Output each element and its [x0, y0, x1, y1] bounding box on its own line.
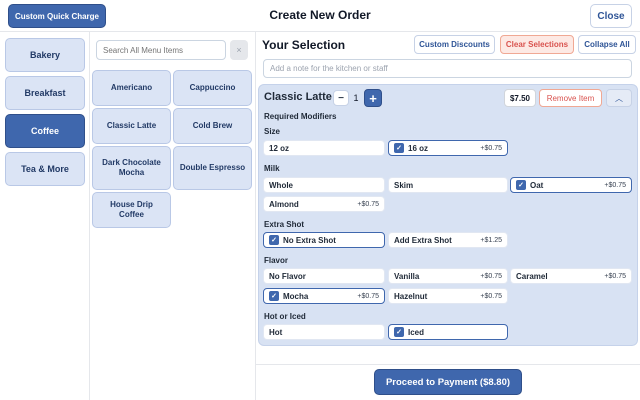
option-price: +$0.75: [604, 272, 626, 280]
option-name: 12 oz: [269, 143, 290, 153]
search-input[interactable]: [96, 40, 226, 60]
menu-item-classic-latte[interactable]: Classic Latte: [92, 108, 171, 144]
option-name: Vanilla: [394, 271, 420, 281]
page-title: Create New Order: [269, 8, 371, 22]
extra-shot-label: Extra Shot: [264, 220, 305, 229]
option-price: +$0.75: [480, 272, 502, 280]
milk-label: Milk: [264, 164, 280, 173]
option-name: Hazelnut: [394, 291, 428, 301]
kitchen-note-input[interactable]: Add a note for the kitchen or staff: [263, 59, 632, 78]
option-hot[interactable]: Hot: [263, 324, 385, 340]
custom-discounts-button[interactable]: Custom Discounts: [414, 35, 495, 54]
option-price: +$0.75: [480, 144, 502, 152]
option-flavor-none[interactable]: No Flavor: [263, 268, 385, 284]
option-name: Hot: [269, 327, 283, 337]
option-milk-almond[interactable]: Almond +$0.75: [263, 196, 385, 212]
option-flavor-mocha[interactable]: ✓ Mocha +$0.75: [263, 288, 385, 304]
menu-item-americano[interactable]: Americano: [92, 70, 171, 106]
option-name: Iced: [408, 327, 425, 337]
selection-title: Your Selection: [262, 38, 346, 52]
checkmark-icon: ✓: [269, 235, 279, 245]
option-name: Caramel: [516, 271, 548, 281]
menu-item-double-espresso[interactable]: Double Espresso: [173, 146, 252, 190]
item-price: $7.50: [504, 89, 536, 107]
clear-selections-button[interactable]: Clear Selections: [500, 35, 574, 54]
flavor-label: Flavor: [264, 256, 289, 265]
decrease-quantity-button[interactable]: −: [333, 90, 349, 106]
size-label: Size: [264, 127, 281, 136]
option-name: Skim: [394, 180, 414, 190]
option-name: Whole: [269, 180, 293, 190]
close-button[interactable]: Close: [590, 4, 632, 28]
option-milk-oat[interactable]: ✓ Oat +$0.75: [510, 177, 632, 193]
option-flavor-caramel[interactable]: Caramel +$0.75: [510, 268, 632, 284]
remove-item-button[interactable]: Remove Item: [539, 89, 602, 107]
option-add-extra-shot[interactable]: Add Extra Shot +$1.25: [388, 232, 508, 248]
order-item-card: [258, 84, 638, 346]
option-name: 16 oz: [408, 143, 429, 153]
checkmark-icon: ✓: [394, 327, 404, 337]
option-name: No Extra Shot: [283, 235, 336, 245]
option-flavor-vanilla[interactable]: Vanilla +$0.75: [388, 268, 508, 284]
category-coffee[interactable]: Coffee: [5, 114, 85, 148]
option-size-16oz[interactable]: ✓ 16 oz +$0.75: [388, 140, 508, 156]
category-tea-and-more[interactable]: Tea & More: [5, 152, 85, 186]
order-item-name: Classic Latte: [264, 91, 332, 103]
option-price: +$0.75: [357, 200, 379, 208]
option-price: +$0.75: [357, 292, 379, 300]
checkmark-icon: ✓: [394, 143, 404, 153]
option-name: Mocha: [283, 291, 309, 301]
option-flavor-hazelnut[interactable]: Hazelnut +$0.75: [388, 288, 508, 304]
option-milk-whole[interactable]: Whole: [263, 177, 385, 193]
category-sidebar: Bakery Breakfast Coffee Tea & More: [0, 32, 90, 400]
option-price: +$0.75: [480, 292, 502, 300]
checkmark-icon: ✓: [269, 291, 279, 301]
menu-item-cappuccino[interactable]: Cappuccino: [173, 70, 252, 106]
option-no-extra-shot[interactable]: ✓ No Extra Shot: [263, 232, 385, 248]
hot-or-iced-label: Hot or Iced: [264, 312, 306, 321]
checkmark-icon: ✓: [516, 180, 526, 190]
proceed-to-payment-button[interactable]: Proceed to Payment ($8.80): [374, 369, 522, 395]
menu-item-house-drip-coffee[interactable]: House Drip Coffee: [92, 192, 171, 228]
category-breakfast[interactable]: Breakfast: [5, 76, 85, 110]
option-iced[interactable]: ✓ Iced: [388, 324, 508, 340]
footer-divider: [256, 364, 640, 365]
category-bakery[interactable]: Bakery: [5, 38, 85, 72]
quantity-value: 1: [353, 93, 359, 103]
option-name: Add Extra Shot: [394, 235, 452, 245]
menu-item-cold-brew[interactable]: Cold Brew: [173, 108, 252, 144]
option-name: Oat: [530, 180, 544, 190]
option-size-12oz[interactable]: 12 oz: [263, 140, 385, 156]
option-name: Almond: [269, 199, 299, 209]
menu-item-dark-chocolate-mocha[interactable]: Dark Chocolate Mocha: [92, 146, 171, 190]
search-clear-icon[interactable]: ×: [230, 40, 248, 60]
option-name: No Flavor: [269, 271, 306, 281]
option-price: +$1.25: [480, 236, 502, 244]
increase-quantity-button[interactable]: +: [364, 89, 382, 107]
option-milk-skim[interactable]: Skim: [388, 177, 508, 193]
chevron-up-icon[interactable]: ︿: [606, 89, 632, 107]
required-modifiers-label: Required Modifiers: [264, 112, 337, 121]
option-price: +$0.75: [604, 181, 626, 189]
collapse-all-button[interactable]: Collapse All: [578, 35, 636, 54]
